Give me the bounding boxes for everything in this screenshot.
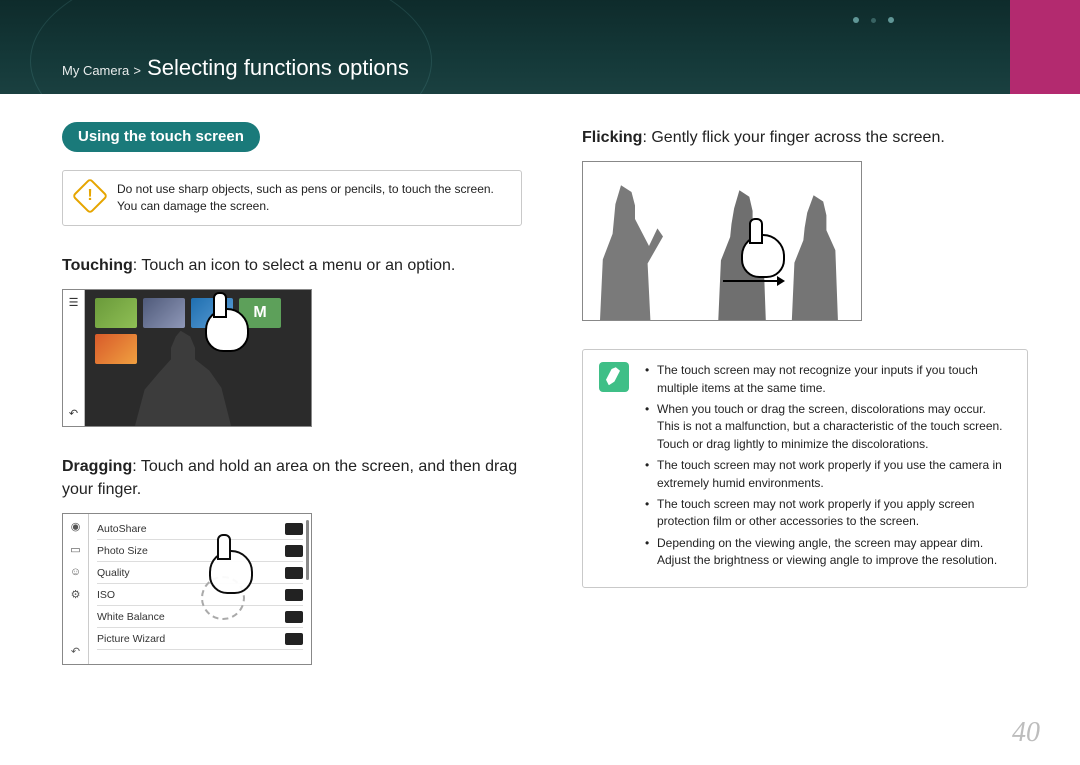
- person-silhouette-3: [788, 195, 852, 320]
- value-icon: [285, 545, 303, 557]
- flick-hand-icon: [741, 234, 785, 278]
- warning-box: Do not use sharp objects, such as pens o…: [62, 170, 522, 226]
- flicking-text: : Gently flick your finger across the sc…: [642, 129, 944, 146]
- drag-hand-icon: [209, 550, 253, 594]
- note-box: The touch screen may not recognize your …: [582, 349, 1028, 588]
- thumb-2: [143, 298, 185, 328]
- stack-icon: ☰: [69, 296, 79, 309]
- breadcrumb-parent: My Camera: [62, 63, 129, 78]
- value-icon: [285, 589, 303, 601]
- warning-icon: [72, 178, 109, 215]
- thumb-5: [95, 334, 137, 364]
- header-band: My Camera > Selecting functions options: [0, 0, 1080, 94]
- warning-text: Do not use sharp objects, such as pens o…: [117, 181, 507, 215]
- value-icon: [285, 611, 303, 623]
- breadcrumb-sep: >: [133, 63, 141, 78]
- thumb-1: [95, 298, 137, 328]
- value-icon: [285, 633, 303, 645]
- note-item: The touch screen may not recognize your …: [645, 362, 1011, 397]
- breadcrumb: My Camera > Selecting functions options: [62, 55, 409, 81]
- flicking-illustration: [582, 161, 862, 321]
- note-item: When you touch or drag the screen, disco…: [645, 401, 1011, 453]
- value-icon: [285, 523, 303, 535]
- touching-illustration: ☰ ↶ M: [62, 289, 312, 427]
- list-row: ISO: [97, 584, 303, 606]
- breadcrumb-title: Selecting functions options: [147, 55, 409, 80]
- flicking-label: Flicking: [582, 129, 642, 146]
- list-row: White Balance: [97, 606, 303, 628]
- list-row: Quality: [97, 562, 303, 584]
- user-icon: ☺: [70, 566, 81, 578]
- video-icon: ▭: [70, 543, 80, 556]
- section-pill: Using the touch screen: [62, 122, 260, 152]
- back-icon: ↶: [71, 645, 80, 658]
- note-item: The touch screen may not work properly i…: [645, 457, 1011, 492]
- person-silhouette-1: [593, 185, 663, 320]
- dragging-paragraph: Dragging: Touch and hold an area on the …: [62, 455, 522, 501]
- dragging-label: Dragging: [62, 458, 132, 475]
- touching-label: Touching: [62, 257, 133, 274]
- flicking-paragraph: Flicking: Gently flick your finger acros…: [582, 126, 1028, 149]
- touching-text: : Touch an icon to select a menu or an o…: [133, 257, 456, 274]
- gear-icon: ⚙: [71, 588, 81, 601]
- note-item: Depending on the viewing angle, the scre…: [645, 535, 1011, 570]
- camera-icon: ◉: [71, 520, 81, 533]
- note-list: The touch screen may not recognize your …: [645, 362, 1011, 573]
- note-item: The touch screen may not work properly i…: [645, 496, 1011, 531]
- note-icon: [599, 362, 629, 392]
- list-row: Picture Wizard: [97, 628, 303, 650]
- touching-paragraph: Touching: Touch an icon to select a menu…: [62, 254, 522, 277]
- list-row: Photo Size: [97, 540, 303, 562]
- value-icon: [285, 567, 303, 579]
- touch-hand-icon: [205, 308, 249, 352]
- list-row: AutoShare: [97, 518, 303, 540]
- page-number: 40: [1012, 717, 1040, 749]
- accent-stripe: [1010, 0, 1080, 94]
- dragging-illustration: ◉ ▭ ☺ ⚙ ↶ AutoShare Photo Size Quality I…: [62, 513, 312, 665]
- back-icon: ↶: [69, 407, 78, 420]
- flick-arrow-icon: [723, 280, 783, 282]
- scrollbar: [306, 520, 309, 580]
